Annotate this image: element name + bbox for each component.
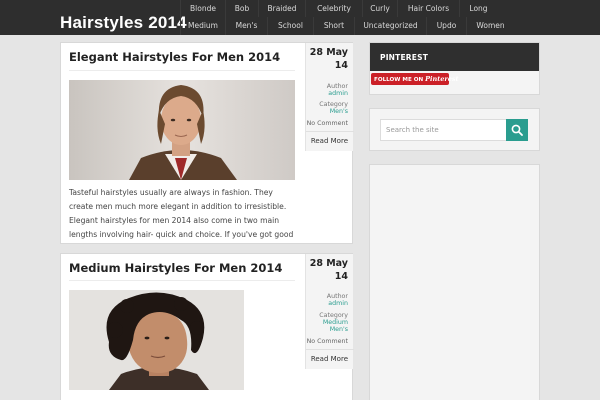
- nav-item-blonde[interactable]: Blonde: [180, 0, 225, 17]
- site-title[interactable]: Hairstyles 2014: [60, 14, 187, 32]
- post-title[interactable]: Elegant Hairstyles For Men 2014: [69, 50, 280, 64]
- post-date: 28 May 14: [310, 257, 348, 283]
- post-title[interactable]: Medium Hairstyles For Men 2014: [69, 261, 282, 275]
- author-link[interactable]: admin: [328, 90, 348, 97]
- nav-row-1: Blonde Bob Braided Celebrity Curly Hair …: [180, 0, 600, 17]
- nav-item-updo[interactable]: Updo: [426, 17, 466, 35]
- nav-item-long[interactable]: Long: [459, 0, 497, 17]
- nav-item-uncategorized[interactable]: Uncategorized: [354, 17, 426, 35]
- read-more-link[interactable]: Read More: [311, 355, 348, 363]
- nav-item-women[interactable]: Women: [466, 17, 514, 35]
- search-input[interactable]: [380, 119, 507, 141]
- search-widget: [369, 108, 540, 151]
- author-label: Author: [326, 83, 348, 90]
- author-link[interactable]: admin: [328, 300, 348, 307]
- main-nav: Blonde Bob Braided Celebrity Curly Hair …: [180, 0, 600, 35]
- pinterest-follow-prefix: FOLLOW ME ON: [374, 77, 424, 83]
- sidebar-widget: [369, 164, 540, 400]
- read-more-link[interactable]: Read More: [311, 137, 348, 145]
- search-button[interactable]: [506, 119, 528, 141]
- comment-count[interactable]: No Comment: [307, 338, 348, 345]
- post-excerpt: Tasteful hairstyles usually are always i…: [69, 188, 294, 239]
- post-image[interactable]: [69, 290, 244, 390]
- post-card: Medium Hairstyles For Men 2014 28 May 14…: [60, 253, 354, 400]
- meta-divider: [306, 349, 354, 350]
- site-header: Hairstyles 2014 Blonde Bob Braided Celeb…: [0, 0, 600, 35]
- category-link[interactable]: Men's: [330, 326, 348, 333]
- nav-item-mens[interactable]: Men's: [225, 17, 267, 35]
- nav-item-curly[interactable]: Curly: [362, 0, 397, 17]
- category-link[interactable]: Men's: [330, 108, 348, 115]
- post-date: 28 May 14: [310, 46, 348, 72]
- nav-row-2: Medium Men's School Short Uncategorized …: [180, 17, 600, 35]
- meta-divider: [306, 131, 354, 132]
- post-meta: 28 May 14 Author admin Category Medium M…: [305, 254, 354, 369]
- category-label: Category: [319, 312, 348, 319]
- nav-item-bob[interactable]: Bob: [225, 0, 258, 17]
- post-date-year: 14: [334, 271, 348, 282]
- nav-item-hair-colors[interactable]: Hair Colors: [397, 0, 459, 17]
- comment-count[interactable]: No Comment: [307, 120, 348, 127]
- post-date-day: 28 May: [309, 47, 348, 58]
- search-icon: [511, 124, 523, 136]
- nav-item-short[interactable]: Short: [313, 17, 354, 35]
- nav-item-celebrity[interactable]: Celebrity: [305, 0, 362, 17]
- post-image[interactable]: [69, 80, 295, 180]
- post-date-year: 14: [334, 60, 348, 71]
- author-label: Author: [326, 293, 348, 300]
- title-divider: [69, 280, 295, 281]
- nav-item-braided[interactable]: Braided: [258, 0, 305, 17]
- nav-item-school[interactable]: School: [267, 17, 313, 35]
- pinterest-brand: Pinterest: [425, 75, 459, 83]
- post-date-day: 28 May: [309, 258, 348, 269]
- post-card: Elegant Hairstyles For Men 2014 Tasteful…: [60, 42, 354, 244]
- widget-header: PINTEREST: [370, 43, 539, 71]
- post-meta: 28 May 14 Author admin Category Men's No…: [305, 43, 354, 151]
- category-link[interactable]: Medium: [323, 319, 348, 326]
- title-divider: [69, 70, 295, 71]
- pinterest-widget: PINTEREST FOLLOW ME ON Pinterest: [369, 42, 540, 95]
- category-label: Category: [319, 101, 348, 108]
- nav-item-medium[interactable]: Medium: [180, 17, 225, 35]
- widget-title: PINTEREST: [380, 53, 429, 62]
- pinterest-follow-button[interactable]: FOLLOW ME ON Pinterest: [371, 73, 459, 85]
